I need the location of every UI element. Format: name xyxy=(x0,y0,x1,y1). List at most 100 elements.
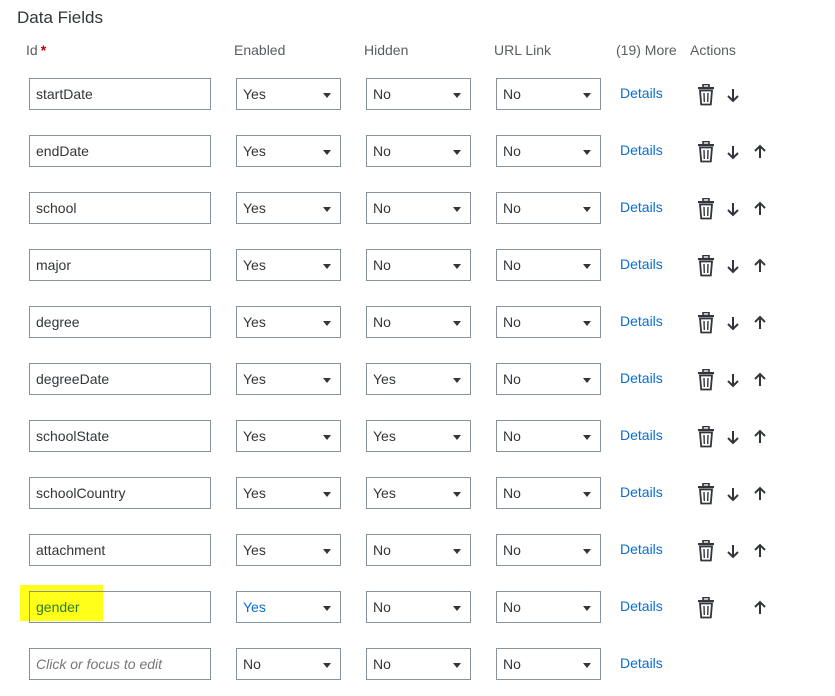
url-link-select[interactable]: No xyxy=(496,648,601,680)
id-input[interactable]: schoolCountry xyxy=(29,477,211,509)
url-link-select[interactable]: No xyxy=(496,135,601,167)
caret-down-icon[interactable] xyxy=(583,321,591,326)
caret-down-icon[interactable] xyxy=(323,435,331,440)
enabled-select[interactable]: Yes xyxy=(236,306,341,338)
details-link[interactable]: Details xyxy=(620,427,663,443)
caret-down-icon[interactable] xyxy=(583,435,591,440)
hidden-select[interactable]: No xyxy=(366,306,471,338)
trash-icon[interactable] xyxy=(696,483,716,505)
details-link[interactable]: Details xyxy=(620,370,663,386)
caret-down-icon[interactable] xyxy=(453,93,461,98)
arrow-down-icon[interactable] xyxy=(725,258,745,280)
caret-down-icon[interactable] xyxy=(323,93,331,98)
caret-down-icon[interactable] xyxy=(583,207,591,212)
arrow-down-icon[interactable] xyxy=(725,429,745,451)
caret-down-icon[interactable] xyxy=(583,93,591,98)
caret-down-icon[interactable] xyxy=(453,606,461,611)
enabled-select[interactable]: Yes xyxy=(236,249,341,281)
arrow-up-icon[interactable] xyxy=(752,258,772,280)
hidden-select[interactable]: No xyxy=(366,591,471,623)
hidden-select[interactable]: No xyxy=(366,249,471,281)
enabled-select[interactable]: Yes xyxy=(236,135,341,167)
arrow-down-icon[interactable] xyxy=(725,486,745,508)
hidden-select[interactable]: No xyxy=(366,78,471,110)
arrow-up-icon[interactable] xyxy=(752,429,772,451)
hidden-select[interactable]: Yes xyxy=(366,477,471,509)
caret-down-icon[interactable] xyxy=(323,378,331,383)
enabled-select[interactable]: No xyxy=(236,648,341,680)
id-input[interactable]: startDate xyxy=(29,78,211,110)
id-input[interactable]: endDate xyxy=(29,135,211,167)
details-link[interactable]: Details xyxy=(620,313,663,329)
id-input[interactable]: gender xyxy=(29,591,211,623)
hidden-select[interactable]: No xyxy=(366,534,471,566)
arrow-up-icon[interactable] xyxy=(752,543,772,565)
url-link-select[interactable]: No xyxy=(496,363,601,395)
arrow-up-icon[interactable] xyxy=(752,600,772,622)
caret-down-icon[interactable] xyxy=(453,207,461,212)
trash-icon[interactable] xyxy=(696,312,716,334)
caret-down-icon[interactable] xyxy=(583,378,591,383)
trash-icon[interactable] xyxy=(696,597,716,619)
details-link[interactable]: Details xyxy=(620,256,663,272)
enabled-select[interactable]: Yes xyxy=(236,591,341,623)
arrow-down-icon[interactable] xyxy=(725,87,745,109)
trash-icon[interactable] xyxy=(696,255,716,277)
url-link-select[interactable]: No xyxy=(496,306,601,338)
arrow-up-icon[interactable] xyxy=(752,372,772,394)
arrow-down-icon[interactable] xyxy=(725,372,745,394)
trash-icon[interactable] xyxy=(696,84,716,106)
id-input[interactable]: schoolState xyxy=(29,420,211,452)
caret-down-icon[interactable] xyxy=(453,378,461,383)
url-link-select[interactable]: No xyxy=(496,534,601,566)
url-link-select[interactable]: No xyxy=(496,420,601,452)
trash-icon[interactable] xyxy=(696,426,716,448)
details-link[interactable]: Details xyxy=(620,655,663,671)
id-input[interactable]: major xyxy=(29,249,211,281)
url-link-select[interactable]: No xyxy=(496,591,601,623)
enabled-select[interactable]: Yes xyxy=(236,477,341,509)
arrow-down-icon[interactable] xyxy=(725,201,745,223)
trash-icon[interactable] xyxy=(696,540,716,562)
hidden-select[interactable]: Yes xyxy=(366,363,471,395)
caret-down-icon[interactable] xyxy=(583,663,591,668)
id-input[interactable]: school xyxy=(29,192,211,224)
hidden-select[interactable]: No xyxy=(366,135,471,167)
caret-down-icon[interactable] xyxy=(583,606,591,611)
caret-down-icon[interactable] xyxy=(453,150,461,155)
caret-down-icon[interactable] xyxy=(323,207,331,212)
enabled-select[interactable]: Yes xyxy=(236,78,341,110)
url-link-select[interactable]: No xyxy=(496,477,601,509)
caret-down-icon[interactable] xyxy=(323,606,331,611)
url-link-select[interactable]: No xyxy=(496,192,601,224)
caret-down-icon[interactable] xyxy=(453,492,461,497)
trash-icon[interactable] xyxy=(696,369,716,391)
enabled-select[interactable]: Yes xyxy=(236,420,341,452)
caret-down-icon[interactable] xyxy=(453,549,461,554)
caret-down-icon[interactable] xyxy=(453,435,461,440)
trash-icon[interactable] xyxy=(696,141,716,163)
arrow-up-icon[interactable] xyxy=(752,144,772,166)
hidden-select[interactable]: No xyxy=(366,192,471,224)
new-id-input[interactable]: Click or focus to edit xyxy=(29,648,211,680)
details-link[interactable]: Details xyxy=(620,541,663,557)
details-link[interactable]: Details xyxy=(620,199,663,215)
caret-down-icon[interactable] xyxy=(583,549,591,554)
trash-icon[interactable] xyxy=(696,198,716,220)
hidden-select[interactable]: Yes xyxy=(366,420,471,452)
caret-down-icon[interactable] xyxy=(453,663,461,668)
arrow-down-icon[interactable] xyxy=(725,144,745,166)
id-input[interactable]: attachment xyxy=(29,534,211,566)
url-link-select[interactable]: No xyxy=(496,249,601,281)
caret-down-icon[interactable] xyxy=(323,264,331,269)
arrow-down-icon[interactable] xyxy=(725,543,745,565)
caret-down-icon[interactable] xyxy=(323,663,331,668)
caret-down-icon[interactable] xyxy=(323,492,331,497)
caret-down-icon[interactable] xyxy=(583,492,591,497)
arrow-up-icon[interactable] xyxy=(752,315,772,337)
enabled-select[interactable]: Yes xyxy=(236,192,341,224)
caret-down-icon[interactable] xyxy=(583,264,591,269)
details-link[interactable]: Details xyxy=(620,484,663,500)
details-link[interactable]: Details xyxy=(620,85,663,101)
caret-down-icon[interactable] xyxy=(453,264,461,269)
